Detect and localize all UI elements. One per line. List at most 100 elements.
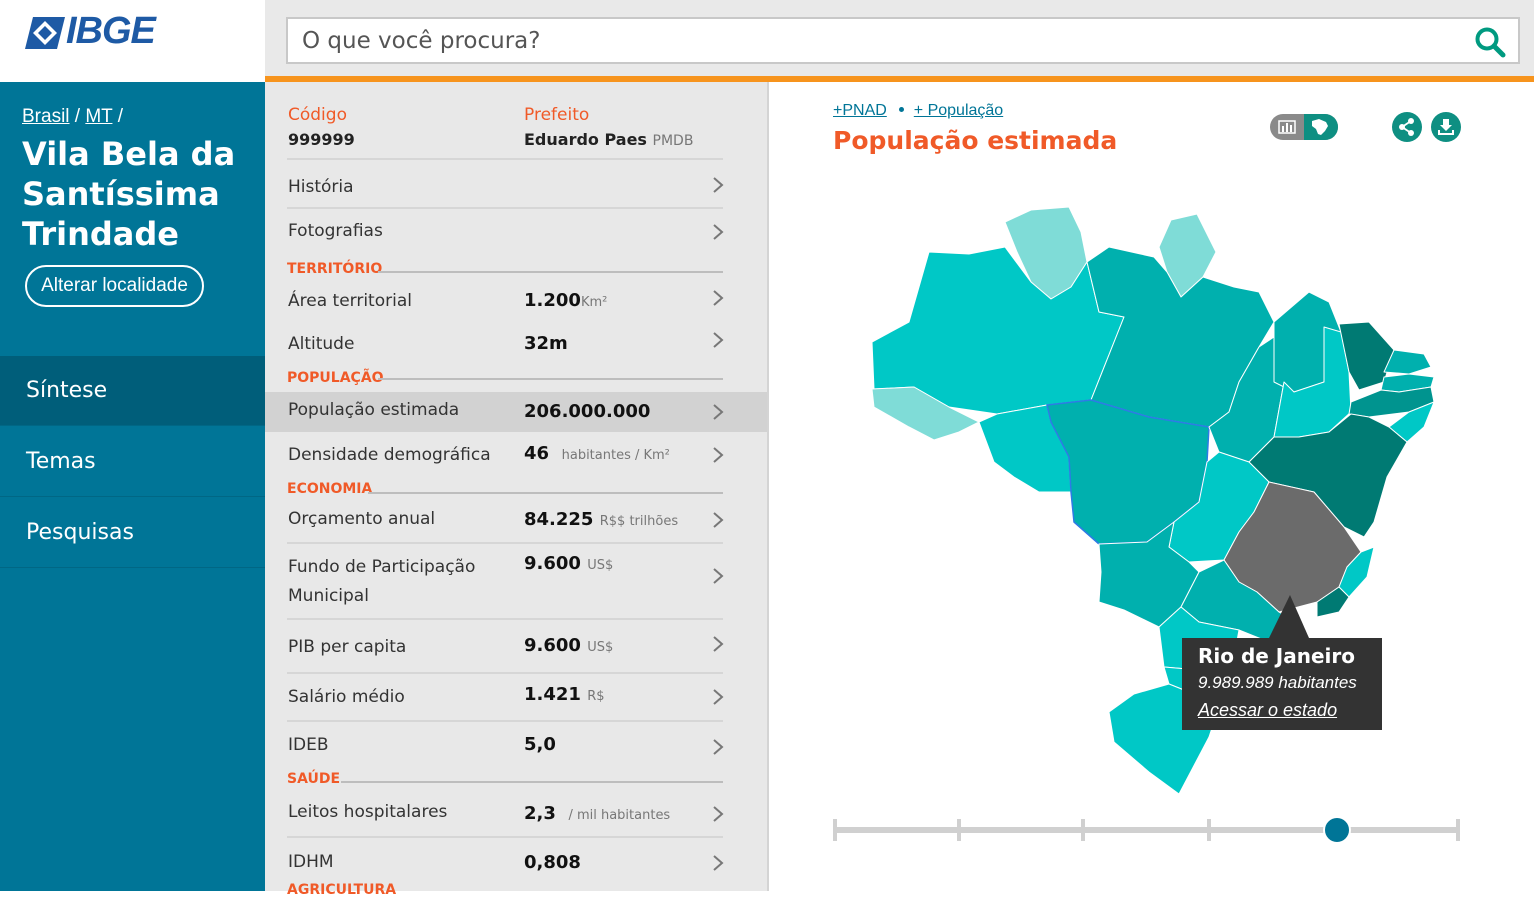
pib-unit: US$ (587, 640, 614, 655)
row-value: 0,808 (524, 852, 581, 873)
row-idhm[interactable]: IDHM 0,808 (265, 838, 767, 884)
tooltip-state-name: Rio de Janeiro (1198, 644, 1356, 668)
nav-item-sintese[interactable]: Síntese (0, 356, 265, 426)
section-territorio: TERRITÓRIO (287, 261, 383, 277)
row-value: 1.421 R$ (524, 684, 605, 705)
chevron-right-icon (713, 224, 724, 240)
map-panel: +PNAD + População População estimada Rio… (769, 82, 1534, 891)
row-area-territorial[interactable]: Área territorial 1.200Km² (265, 280, 767, 324)
search-input[interactable] (302, 26, 1452, 56)
search-box[interactable] (286, 17, 1520, 64)
row-value: 206.000.000 (524, 401, 651, 422)
row-value: 1.200Km² (524, 290, 607, 311)
row-altitude[interactable]: Altitude 32m (265, 324, 767, 366)
row-pib-per-capita[interactable]: PIB per capita 9.600 US$ (265, 620, 767, 672)
nav-item-pesquisas[interactable]: Pesquisas (0, 498, 265, 568)
row-label: PIB per capita (288, 637, 407, 657)
prefeito-label: Prefeito (524, 105, 590, 125)
row-label: Altitude (288, 334, 355, 354)
section-divider (378, 378, 723, 380)
city-name-line: Vila Bela da (22, 135, 236, 173)
dens-value: 46 (524, 443, 550, 464)
fpm-value: 9.600 (524, 553, 581, 574)
chevron-right-icon (713, 568, 724, 584)
header: IBGE (0, 0, 1534, 78)
leitos-value: 2,3 (524, 803, 556, 824)
row-label: Fotografias (288, 221, 383, 241)
row-value: 9.600 US$ (524, 635, 613, 656)
row-label: População estimada (288, 400, 460, 420)
row-label: Fundo de Participação Municipal (288, 553, 475, 611)
row-value: 84.225 R$$ trilhões (524, 509, 678, 530)
breadcrumb-mt[interactable]: MT (85, 106, 112, 127)
chevron-right-icon (713, 404, 724, 420)
search-icon[interactable] (1474, 26, 1506, 58)
timeline-stop (957, 819, 961, 841)
city-name: Vila Bela da Santíssima Trindade (22, 134, 257, 254)
timeline-stop (1207, 819, 1211, 841)
ibge-logo-icon (25, 17, 65, 49)
timeline-handle (1323, 816, 1351, 844)
chevron-right-icon (713, 447, 724, 463)
chevron-right-icon (713, 290, 724, 306)
change-location-button[interactable]: Alterar localidade (25, 265, 204, 307)
row-orcamento[interactable]: Orçamento anual 84.225 R$$ trilhões (265, 500, 767, 542)
chevron-right-icon (713, 855, 724, 871)
sidebar: Brasil / MT / Vila Bela da Santíssima Tr… (0, 82, 265, 891)
breadcrumb: Brasil / MT / (22, 106, 123, 128)
section-divider (368, 492, 723, 494)
row-value: 9.600 US$ (524, 553, 613, 574)
chevron-right-icon (713, 332, 724, 348)
fpm-label-line: Fundo de Participação (288, 557, 476, 577)
city-name-line: Trindade (22, 215, 179, 253)
row-populacao-estimada[interactable]: População estimada 206.000.000 (265, 392, 767, 432)
fpm-unit: US$ (587, 558, 614, 573)
sal-value: 1.421 (524, 684, 581, 705)
sal-unit: R$ (587, 689, 605, 704)
chevron-right-icon (713, 512, 724, 528)
row-label: Densidade demográfica (288, 445, 491, 465)
row-label: Salário médio (288, 687, 405, 707)
section-saude: SAÚDE (287, 771, 341, 787)
orc-unit: R$$ trilhões (599, 514, 679, 529)
row-value: 2,3 / mil habitantes (524, 803, 670, 824)
area-unit: Km² (580, 295, 608, 310)
prefeito-value: Eduardo Paes PMDB (524, 130, 693, 149)
chevron-right-icon (713, 689, 724, 705)
row-salario-medio[interactable]: Salário médio 1.421 R$ (265, 674, 767, 720)
row-leitos[interactable]: Leitos hospitalares 2,3 / mil habitantes (265, 790, 767, 836)
chevron-right-icon (713, 636, 724, 652)
section-populacao: POPULAÇÃO (287, 370, 384, 386)
section-divider (341, 781, 723, 783)
row-label: Orçamento anual (288, 509, 436, 529)
brazil-map (833, 206, 1460, 844)
row-value: 46 habitantes / Km² (524, 443, 670, 464)
row-ideb[interactable]: IDEB 5,0 (265, 722, 767, 774)
row-historia[interactable]: História (265, 160, 767, 208)
breadcrumb-brasil[interactable]: Brasil (22, 106, 70, 127)
row-value: 32m (524, 333, 568, 354)
timeline-stop (1081, 819, 1085, 841)
section-agricultura: AGRICULTURA (287, 882, 397, 898)
logo[interactable]: IBGE (0, 0, 265, 78)
pib-value: 9.600 (524, 635, 581, 656)
chevron-right-icon (713, 177, 724, 193)
breadcrumb-separator: / (74, 106, 81, 127)
city-name-line: Santíssima (22, 175, 220, 213)
row-label: História (288, 177, 354, 197)
nav-item-temas[interactable]: Temas (0, 427, 265, 497)
tooltip-state-link[interactable]: Acessar o estado (1198, 700, 1337, 721)
row-fotografias[interactable]: Fotografias (265, 209, 767, 259)
row-densidade[interactable]: Densidade demográfica 46 habitantes / Km… (265, 432, 767, 480)
codigo-label: Código (288, 105, 347, 125)
row-label: IDEB (288, 735, 329, 755)
timeline-slider[interactable] (833, 816, 1460, 844)
row-value: 5,0 (524, 734, 556, 755)
chevron-right-icon (713, 739, 724, 755)
summary-panel: Código 999999 Prefeito Eduardo Paes PMDB… (265, 82, 769, 898)
state-tooltip: Rio de Janeiro 9.989.989 habitantes Aces… (1182, 638, 1382, 730)
prefeito-name: Eduardo Paes (524, 130, 647, 149)
row-fundo-participacao[interactable]: Fundo de Participação Municipal 9.600 US$ (265, 544, 767, 618)
orc-value: 84.225 (524, 509, 594, 530)
row-label: Leitos hospitalares (288, 802, 448, 822)
